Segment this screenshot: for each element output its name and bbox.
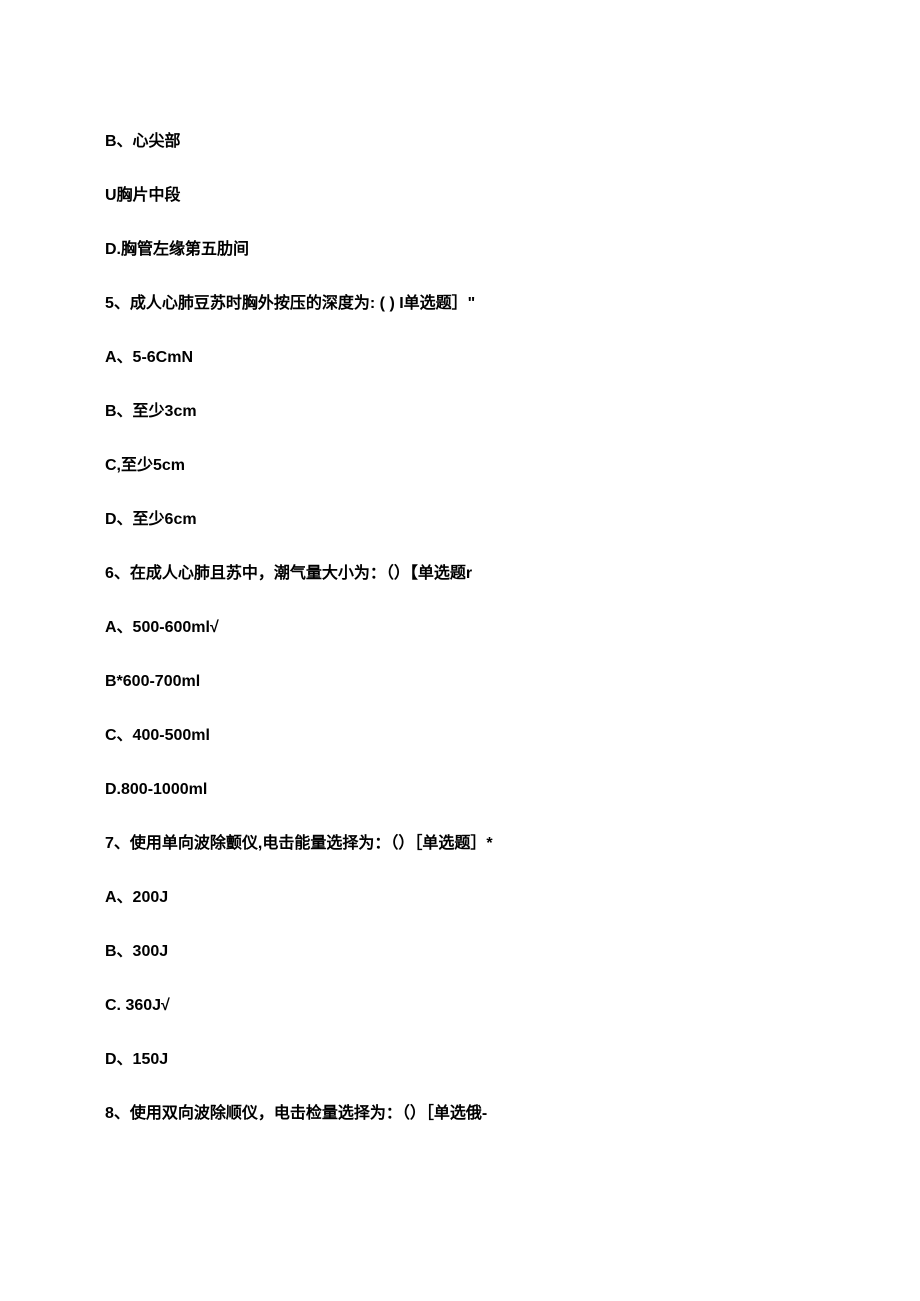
text-content: U胸片中段: [105, 187, 181, 204]
text-content: C,至少5cm: [105, 457, 185, 474]
text-content: 6、在成人心肺且苏中，潮气量大小为：（）【单选题r: [105, 565, 472, 582]
text-content: B、300J: [105, 943, 168, 960]
text-content: A、5-6CmN: [105, 349, 193, 366]
text-content: A、500-600ml√: [105, 619, 219, 636]
option-6d: D.800-1000ml: [105, 778, 815, 802]
option-5a: A、5-6CmN: [105, 346, 815, 370]
option-6b: B*600-700ml: [105, 670, 815, 694]
option-5d: D、至少6cm: [105, 508, 815, 532]
text-content: C、400-500ml: [105, 727, 210, 744]
option-7b: B、300J: [105, 940, 815, 964]
text-content: A、200J: [105, 889, 168, 906]
text-content: 8、使用双向波除顺仪，电击检量选择为：（）［单选俄-: [105, 1105, 487, 1122]
text-content: 5、成人心肺豆苏时胸外按压的深度为: ( ) I单选题］": [105, 295, 475, 312]
option-6a: A、500-600ml√: [105, 616, 815, 640]
option-5c: C,至少5cm: [105, 454, 815, 478]
option-5b: B、至少3cm: [105, 400, 815, 424]
question-8: 8、使用双向波除顺仪，电击检量选择为：（）［单选俄-: [105, 1102, 815, 1126]
option-7c: C. 360J√: [105, 994, 815, 1018]
text-content: D、至少6cm: [105, 511, 197, 528]
text-content: B*600-700ml: [105, 673, 200, 690]
text-content: D.800-1000ml: [105, 781, 207, 798]
option-u-line: U胸片中段: [105, 184, 815, 208]
question-6: 6、在成人心肺且苏中，潮气量大小为：（）【单选题r: [105, 562, 815, 586]
text-content: B、心尖部: [105, 133, 181, 150]
text-content: D.胸管左缘第五肋间: [105, 241, 249, 258]
option-6c: C、400-500ml: [105, 724, 815, 748]
text-content: D、150J: [105, 1051, 168, 1068]
option-7a: A、200J: [105, 886, 815, 910]
question-5: 5、成人心肺豆苏时胸外按压的深度为: ( ) I单选题］": [105, 292, 815, 316]
text-content: 7、使用单向波除颤仪,电击能量选择为：（）［单选题］*: [105, 835, 493, 852]
option-b-line: B、心尖部: [105, 130, 815, 154]
text-content: C. 360J√: [105, 997, 170, 1014]
option-d-line: D.胸管左缘第五肋间: [105, 238, 815, 262]
option-7d: D、150J: [105, 1048, 815, 1072]
text-content: B、至少3cm: [105, 403, 197, 420]
question-7: 7、使用单向波除颤仪,电击能量选择为：（）［单选题］*: [105, 832, 815, 856]
